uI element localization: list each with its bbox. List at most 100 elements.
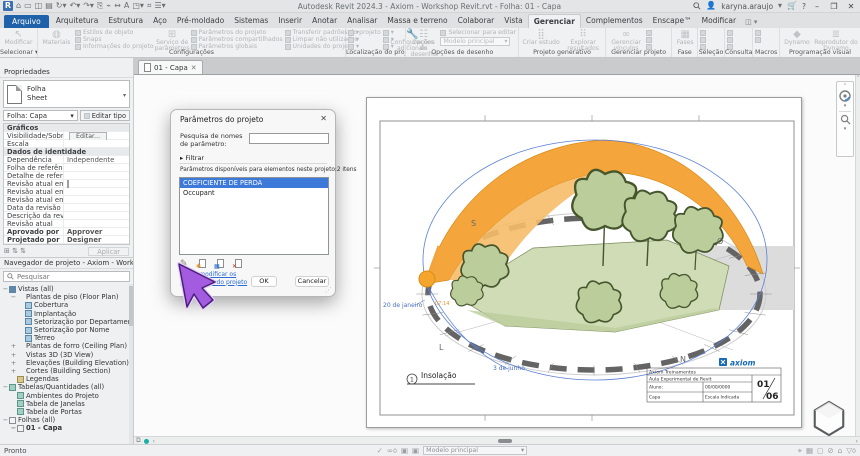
revit-logo-icon[interactable]: R: [3, 1, 13, 11]
redo-icon[interactable]: ↷▾: [83, 1, 94, 11]
browser-item-setoriza-o-por-nome[interactable]: Setorização por Nome: [0, 326, 133, 334]
tree-expander-icon[interactable]: −: [10, 293, 17, 301]
print-icon[interactable]: ⎘: [97, 1, 103, 11]
browser-item-tabela-de-portas[interactable]: Tabela de Portas: [0, 408, 133, 416]
property-value[interactable]: [64, 180, 129, 188]
save-icon[interactable]: ▤: [45, 1, 53, 11]
exclude-options-icon[interactable]: ⌖: [798, 446, 802, 456]
wheel-menu-chevron-icon[interactable]: ▾: [844, 103, 847, 109]
press-drag-icon[interactable]: ◻: [817, 446, 823, 455]
tree-expander-icon[interactable]: −: [2, 383, 9, 391]
tree-expander-icon[interactable]: +: [10, 342, 17, 350]
navbar-collapse-icon[interactable]: ⌃: [843, 83, 847, 89]
sun[interactable]: [419, 271, 435, 287]
tab-arquivo[interactable]: Arquivo: [4, 15, 49, 28]
property-value[interactable]: Designer: [64, 236, 129, 244]
sheet-01-capa[interactable]: S O L N 20 de janeiro 3 de junho 07:14 1…: [366, 97, 802, 428]
open-icon[interactable]: ◫: [35, 1, 43, 11]
scroll-right-icon[interactable]: ›: [855, 437, 858, 445]
text-icon[interactable]: A: [124, 1, 129, 11]
browser-item-tabela-de-janelas[interactable]: Tabela de Janelas: [0, 400, 133, 408]
property-checkbox[interactable]: [67, 180, 69, 188]
browser-item-vistas-all-[interactable]: −Vistas (all): [0, 285, 133, 293]
close-button[interactable]: ✕: [845, 2, 857, 11]
customize-qat-icon[interactable]: ☰▾: [154, 1, 165, 11]
design-option-icon[interactable]: ▣: [412, 446, 419, 455]
browser-item-setoriza-o-por-departamento[interactable]: Setorização por Departamento: [0, 318, 133, 326]
type-selector-chevron-icon[interactable]: ▾: [123, 92, 126, 99]
tree-expander-icon[interactable]: −: [2, 416, 9, 424]
select-pinned-icon[interactable]: ⊘: [827, 446, 833, 455]
filter-expander[interactable]: ▸ Filtrar: [180, 154, 204, 162]
manage-images-button[interactable]: [646, 29, 652, 36]
modify-button[interactable]: ↖ Modificar: [2, 29, 35, 46]
close-view-tab-icon[interactable]: ✕: [191, 64, 197, 72]
user-menu-chevron-icon[interactable]: ▾: [778, 1, 782, 11]
macro-manager-button[interactable]: [755, 29, 761, 36]
view-title-text[interactable]: Insolação: [421, 371, 457, 380]
tab-colaborar[interactable]: Colaborar: [453, 14, 500, 28]
ribbon-button-snaps[interactable]: Snaps: [75, 36, 154, 43]
properties-footer-icons[interactable]: ⊞ ⇅ ⇅: [4, 247, 26, 255]
browser-item-implanta-o[interactable]: Implantação: [0, 310, 133, 318]
apply-button[interactable]: Aplicar: [88, 247, 129, 256]
project-browser-header[interactable]: Navegador de projeto - Axiom - Workshop …: [0, 258, 133, 269]
undo-icon[interactable]: ↶▾: [69, 1, 80, 11]
position-button[interactable]: ▾: [348, 36, 359, 43]
store-icon[interactable]: 🛒: [787, 1, 797, 11]
minimize-button[interactable]: –: [811, 2, 823, 11]
properties-header[interactable]: Propriedades: [0, 67, 133, 78]
edit-type-button[interactable]: Editar tipo: [80, 110, 130, 121]
ribbon-button-par-metros-do-projeto[interactable]: Parâmetros do projeto: [191, 29, 283, 36]
browser-item-tabelas-quantidades-all-[interactable]: −Tabelas/Quantidades (all): [0, 383, 133, 391]
tab-modificar[interactable]: Modificar: [697, 14, 741, 28]
load-selection-button[interactable]: [700, 36, 706, 43]
drawing-canvas[interactable]: S O L N 20 de janeiro 3 de junho 07:14 1…: [134, 74, 860, 436]
select-to-edit-button[interactable]: Selecionar para editar: [440, 29, 516, 36]
3d-view-icon[interactable]: ◳▾: [132, 1, 144, 11]
browser-item-cobertura[interactable]: Cobertura: [0, 301, 133, 309]
dimension-icon[interactable]: ↔: [114, 1, 121, 11]
dynamo-button[interactable]: ◆ Dynamo: [782, 29, 812, 46]
tab-complementos[interactable]: Complementos: [581, 14, 648, 28]
new-file-icon[interactable]: ▭: [24, 1, 32, 11]
design-option-dropdown[interactable]: Modelo principal▾: [440, 37, 510, 46]
tree-expander-icon[interactable]: +: [10, 367, 17, 375]
parameter-search-input[interactable]: [249, 133, 329, 144]
view-tab-capa[interactable]: 01 - Capa ✕: [138, 60, 203, 74]
browser-search-input[interactable]: [17, 273, 126, 281]
tab-inserir[interactable]: Inserir: [273, 14, 307, 28]
element-id-button[interactable]: [727, 29, 733, 36]
tab-anotar[interactable]: Anotar: [307, 14, 342, 28]
decal-button[interactable]: [646, 36, 652, 43]
location-button[interactable]: ▾: [348, 29, 359, 36]
tree-expander-icon[interactable]: −: [2, 285, 9, 293]
zoom-menu-chevron-icon[interactable]: ▾: [844, 126, 847, 132]
cancel-button[interactable]: Cancelar: [295, 276, 329, 287]
ribbon-button-estilos-de-objeto[interactable]: Estilos de objeto: [75, 29, 154, 36]
parameter-list-item[interactable]: Occupant: [180, 188, 328, 198]
home-icon[interactable]: ⌂: [16, 1, 21, 11]
parameter-list-item[interactable]: COEFICIENTE DE PERDA: [180, 178, 328, 188]
restore-button[interactable]: ❐: [828, 2, 840, 11]
vertical-scrollbar[interactable]: ⌃: [855, 75, 860, 436]
user-name[interactable]: karyna.araujo: [721, 2, 773, 11]
tab-gerenciar[interactable]: Gerenciar: [528, 14, 581, 28]
type-selector[interactable]: FolhaSheet ▾: [3, 80, 130, 108]
select-by-id-button[interactable]: [727, 36, 733, 43]
sheet-filter-combo[interactable]: Folha: Capa▾: [3, 110, 78, 121]
workset-toggle-icon[interactable]: ▣: [401, 446, 408, 455]
ok-button[interactable]: OK: [251, 276, 277, 287]
property-value[interactable]: Approver: [64, 228, 129, 236]
tree-expander-icon[interactable]: −: [10, 424, 17, 432]
tab-a-o[interactable]: Aço: [148, 14, 172, 28]
browser-item-plantas-de-forro-ceiling-plan-[interactable]: +Plantas de forro (Ceiling Plan): [0, 342, 133, 350]
modify-selection-icon[interactable]: ◫ ▾: [741, 16, 761, 28]
browser-item-folhas-all-[interactable]: −Folhas (all): [0, 416, 133, 424]
reveal-hidden-icon[interactable]: ‹: [152, 437, 155, 445]
property-value[interactable]: Editar...: [64, 132, 129, 140]
browser-item-legendas[interactable]: Legendas: [0, 375, 133, 383]
browser-item-vistas-3d-3d-view-[interactable]: +Vistas 3D (3D View): [0, 351, 133, 359]
tree-expander-icon[interactable]: +: [10, 359, 17, 367]
property-value[interactable]: Independente: [64, 156, 129, 164]
